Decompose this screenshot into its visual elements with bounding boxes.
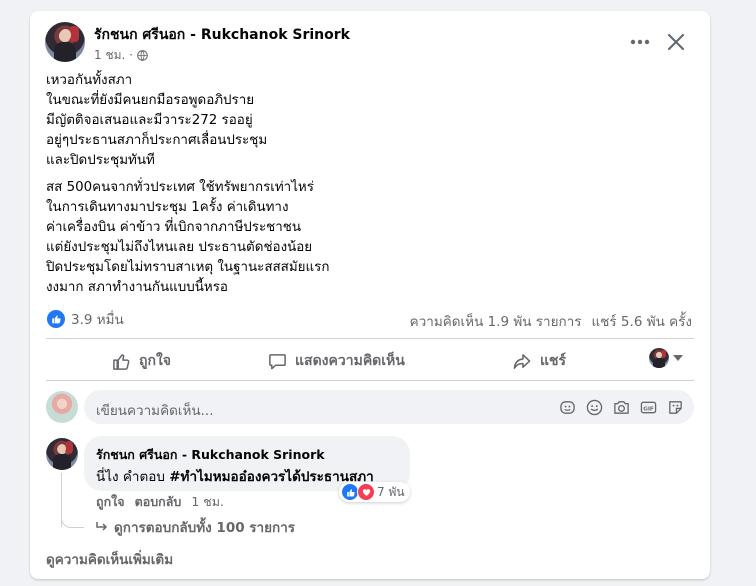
audience-selector[interactable] [649, 348, 683, 368]
author-avatar[interactable] [45, 22, 85, 62]
post-card: รักชนก ศรีนอก - Rukchanok Srinork 1 ชม. … [30, 11, 710, 579]
post-body: เหวอกันทั้งสภา ในขณะที่ยังมีคนยกมือรอพูด… [46, 71, 686, 298]
shares-count[interactable]: แชร์ 5.6 พัน ครั้ง [592, 310, 692, 332]
chevron-down-icon [673, 355, 683, 361]
divider [46, 380, 694, 381]
comment-button[interactable]: แสดงความคิดเห็น [268, 348, 405, 374]
thumbs-up-icon [113, 353, 130, 370]
more-options-button[interactable] [626, 28, 654, 56]
composer-tools: GIF [559, 399, 684, 416]
like-reaction-icon [47, 310, 65, 328]
divider [46, 338, 694, 339]
post-line: ปิดประชุมโดยไม่ทราบสาเหตุ ในฐานะสสสมัยแร… [46, 260, 330, 275]
comment-text: นี่ไง คำตอบ #ทำไมหมออ๋องควรได้ประธานสภา [96, 465, 374, 487]
share-button[interactable]: แชร์ [512, 348, 566, 374]
more-options-icon [630, 39, 650, 45]
view-more-comments-link[interactable]: ดูความคิดเห็นเพิ่มเติม [46, 548, 173, 570]
view-replies-link[interactable]: ดูการตอบกลับทั้ง 100 รายการ [96, 516, 295, 538]
comment-text-prefix: นี่ไง คำตอบ [96, 469, 170, 485]
comment-reactions[interactable]: 7 พัน [339, 482, 410, 502]
close-icon [668, 34, 684, 50]
comment-label: แสดงความคิดเห็น [295, 353, 405, 369]
viewer-avatar [649, 348, 669, 368]
view-replies-label: ดูการตอบกลับทั้ง 100 รายการ [114, 520, 296, 536]
post-paragraph-2: สส 500คนจากทั่วประเทศ ใช้ทรัพยากรเท่าไหร… [46, 178, 686, 298]
post-line: อยู่ๆประธานสภาก็ประกาศเลื่อนประชุม [46, 133, 268, 148]
post-line: มีญัตติจอเสนอและมีวาระ272 รออยู่ [46, 113, 253, 128]
post-line: ในการเดินทางมาประชุม 1ครั้ง ค่าเดินทาง [46, 200, 289, 215]
comment-like-button[interactable]: ถูกใจ [96, 492, 125, 512]
comments-count[interactable]: ความคิดเห็น 1.9 พัน รายการ [410, 310, 582, 332]
post-author-name[interactable]: รักชนก ศรีนอก - Rukchanok Srinork [94, 24, 350, 46]
comment-reaction-count: 7 พัน [377, 484, 405, 499]
svg-text:GIF: GIF [643, 406, 654, 412]
current-user-avatar[interactable] [46, 391, 78, 423]
post-line: และปิดประชุมทันที [46, 153, 155, 168]
commenter-avatar[interactable] [46, 438, 78, 470]
comment-icon [269, 353, 286, 369]
emoji-icon[interactable] [586, 399, 603, 416]
post-meta: 1 ชม. · [94, 46, 148, 65]
post-line: สส 500คนจากทั่วประเทศ ใช้ทรัพยากรเท่าไหร… [46, 180, 314, 195]
post-stats: ความคิดเห็น 1.9 พัน รายการ แชร์ 5.6 พัน … [410, 310, 692, 332]
reaction-count[interactable]: 3.9 หมื่น [71, 308, 124, 330]
love-reaction-icon [357, 483, 375, 501]
reaction-summary[interactable]: 3.9 หมื่น [47, 308, 124, 330]
share-label: แชร์ [540, 353, 567, 369]
share-icon [513, 353, 531, 369]
thread-connector [61, 509, 84, 528]
post-paragraph-1: เหวอกันทั้งสภา ในขณะที่ยังมีคนยกมือรอพูด… [46, 71, 686, 171]
post-line: ในขณะที่ยังมีคนยกมือรอพูดอภิปราย [46, 93, 255, 108]
like-button[interactable]: ถูกใจ [112, 348, 171, 374]
comment-input[interactable]: เขียนความคิดเห็น... GIF [84, 390, 694, 424]
camera-icon[interactable] [613, 399, 630, 416]
comment-actions: ถูกใจ ตอบกลับ 1 ชม. [96, 492, 224, 512]
close-button[interactable] [662, 28, 690, 56]
avatar-sticker-icon[interactable] [559, 399, 576, 416]
post-time[interactable]: 1 ชม. · [94, 46, 133, 65]
comment-author[interactable]: รักชนก ศรีนอก - Rukchanok Srinork [96, 445, 325, 465]
post-line: งงมาก สภาทำงานกันแบบนี้หรอ [46, 280, 228, 295]
reply-arrow-icon [96, 522, 108, 531]
globe-icon [137, 50, 148, 61]
comment-time[interactable]: 1 ชม. [191, 492, 224, 512]
sticker-icon[interactable] [667, 399, 684, 416]
comment-reply-button[interactable]: ตอบกลับ [135, 492, 182, 512]
post-line: เหวอกันทั้งสภา [46, 73, 133, 88]
gif-icon[interactable]: GIF [640, 399, 657, 416]
post-line: แต่ยังประชุมไม่ถึงไหนเลย ประธานตัดช่องน้… [46, 240, 313, 255]
like-label: ถูกใจ [139, 353, 171, 369]
post-line: ค่าเครื่องบิน ค่าข้าว ที่เบิกจากภาษีประช… [46, 220, 302, 235]
comment-placeholder: เขียนความคิดเห็น... [96, 403, 214, 419]
